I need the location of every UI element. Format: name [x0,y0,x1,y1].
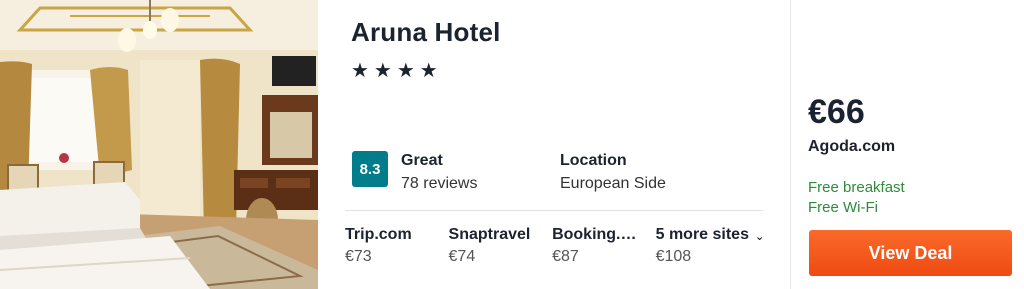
site-price: €87 [552,248,579,265]
perk-free-breakfast: Free breakfast [808,179,905,196]
rating-label: Great [401,152,443,169]
site-price: €74 [448,248,476,265]
site-name: Booking.com [552,226,645,243]
perk-free-wifi: Free Wi-Fi [808,199,878,216]
view-deal-button[interactable]: View Deal [809,230,1012,276]
site-offer-booking[interactable]: Booking.com €87 [552,226,656,266]
review-count[interactable]: 78 reviews [401,175,477,193]
hotel-result-card: Aruna Hotel ★★★★ 8.3 Great 78 reviews Lo… [0,0,1024,289]
deal-provider[interactable]: Agoda.com [808,138,895,156]
rating-score-badge[interactable]: 8.3 [352,151,388,187]
site-offer-trip[interactable]: Trip.com €73 [345,226,449,266]
location-value[interactable]: European Side [560,175,666,193]
site-offer-snaptravel[interactable]: Snaptravel €74 [449,226,553,266]
site-price: €73 [345,248,372,265]
site-name: Trip.com [345,226,412,243]
chevron-down-icon: ⌄ [754,230,765,243]
more-sites-row: 5 more sites ⌄ [656,226,785,244]
more-sites-price: €108 [655,248,692,265]
more-sites-label: 5 more sites [655,226,749,243]
deal-price[interactable]: €66 [808,93,865,132]
hotel-photo[interactable] [0,0,318,289]
location-title: Location [560,152,627,169]
hotel-room-image [0,0,318,289]
site-name: Snaptravel [448,226,531,243]
divider [345,210,763,211]
star-rating-icons: ★★★★ [351,60,443,82]
more-sites-button[interactable]: 5 more sites ⌄ €108 [656,226,785,266]
hotel-name[interactable]: Aruna Hotel [351,17,501,48]
hotel-info: Aruna Hotel ★★★★ 8.3 Great 78 reviews Lo… [318,0,790,289]
other-sites-list: Trip.com €73 Snaptravel €74 Booking.com … [345,226,785,266]
best-deal-panel: €66 Agoda.com Free breakfast Free Wi-Fi … [791,0,1024,289]
